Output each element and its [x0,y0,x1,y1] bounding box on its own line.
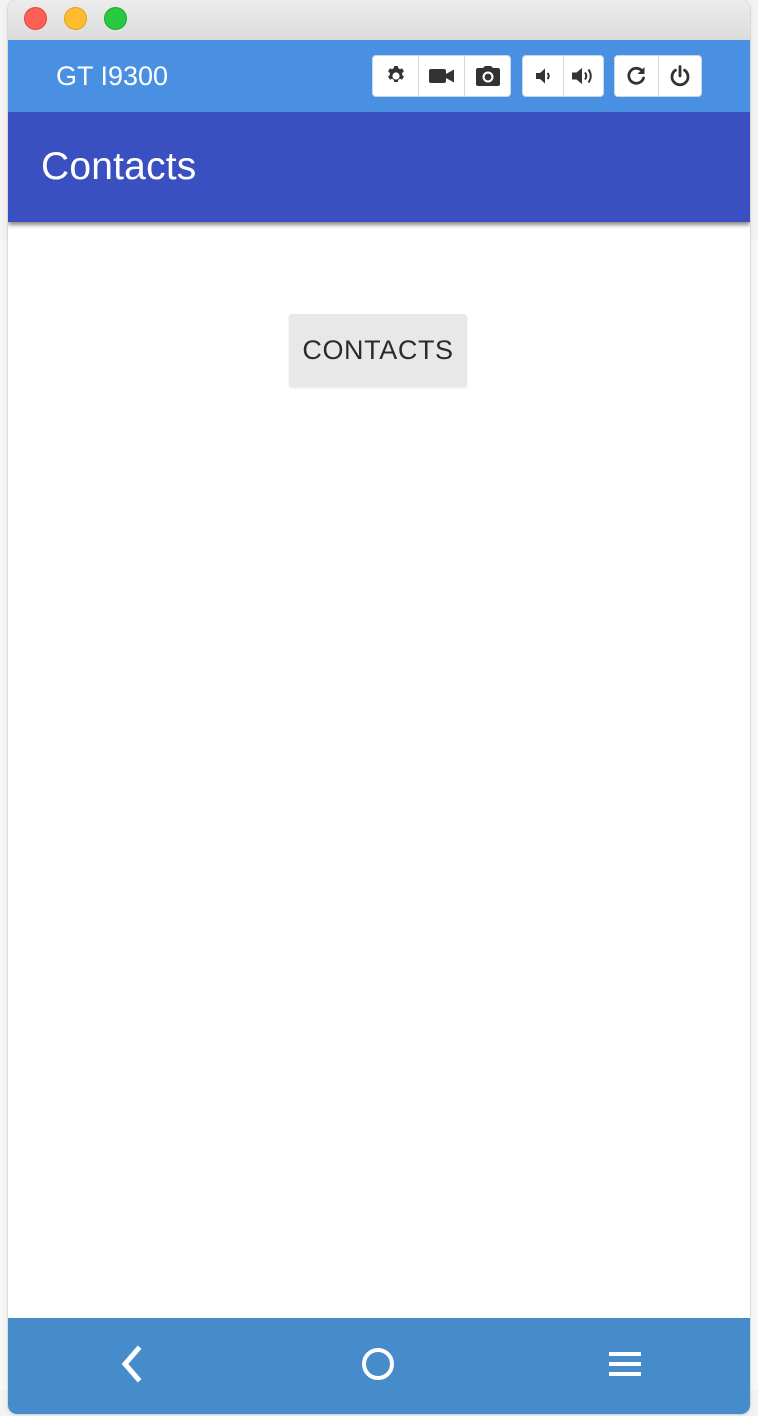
settings-button[interactable] [373,56,419,96]
window-titlebar[interactable] [8,0,750,41]
background-right-edge [749,240,758,1390]
camera-icon [475,64,501,88]
app-title: Contacts [41,145,197,188]
back-button[interactable] [108,1342,156,1390]
volume-down-button[interactable] [523,56,564,96]
close-window-button[interactable] [24,7,47,30]
menu-button[interactable] [601,1342,649,1390]
settings-icon [384,64,408,88]
screenshot-button[interactable] [465,56,510,96]
rotate-button[interactable] [615,56,659,96]
power-icon [668,64,692,88]
video-camera-icon [428,64,455,88]
rotate-icon [624,64,648,88]
minimize-window-button[interactable] [64,7,87,30]
device-toolbar: GT I9300 [8,40,750,112]
device-name: GT I9300 [56,61,169,91]
contacts-button[interactable]: CONTACTS [289,314,467,387]
screen-record-button[interactable] [419,56,465,96]
volume-up-icon [570,64,596,88]
android-navigation-bar [8,1318,750,1414]
emulator-window: GT I9300 Contacts CONTACTS [8,0,750,1414]
back-icon [116,1344,148,1389]
app-header: Contacts [8,112,750,222]
device-capture-controls [372,55,511,97]
volume-up-button[interactable] [564,56,604,96]
power-button[interactable] [659,56,702,96]
volume-down-icon [534,65,552,87]
zoom-window-button[interactable] [104,7,127,30]
menu-icon [607,1349,643,1384]
app-content: CONTACTS [8,222,750,1318]
home-button[interactable] [354,1342,402,1390]
volume-controls [522,55,604,97]
home-icon [360,1346,396,1387]
device-power-controls [614,55,702,97]
